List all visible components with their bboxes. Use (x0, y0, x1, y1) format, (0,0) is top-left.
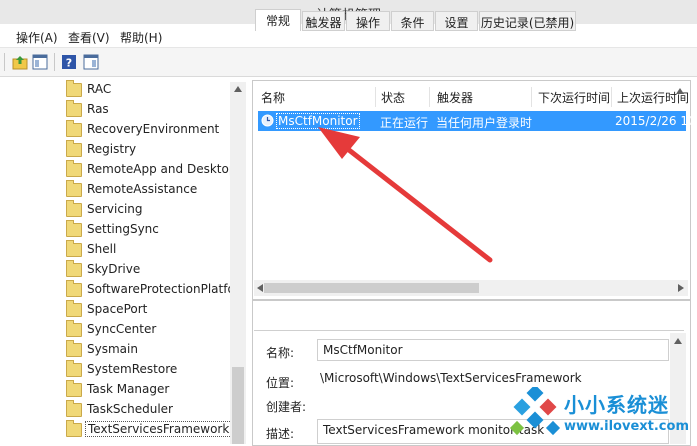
column-header-name[interactable]: 名称 (261, 89, 285, 106)
scroll-up-arrow-icon[interactable] (674, 338, 682, 344)
folder-icon (66, 180, 82, 197)
toolbar: ? (0, 47, 697, 77)
column-separator (611, 87, 612, 107)
folder-icon (66, 280, 82, 297)
toolbar-separator (54, 53, 55, 71)
column-separator (375, 87, 376, 107)
svg-text:?: ? (66, 57, 72, 70)
tab-actions[interactable]: 操作 (346, 11, 390, 31)
tab-general[interactable]: 常规 (255, 9, 301, 31)
folder-icon (66, 200, 82, 217)
scroll-thumb[interactable] (232, 367, 244, 444)
task-list-hscrollbar[interactable] (254, 280, 688, 296)
tree-scrollbar[interactable] (230, 82, 246, 444)
scroll-thumb[interactable] (264, 283, 479, 293)
task-library-tree: RAC Ras RecoveryEnvironment Registry Rem… (0, 78, 246, 444)
folder-icon (66, 120, 82, 137)
toolbar-separator (4, 53, 5, 71)
show-hide-action-pane-icon[interactable] (83, 54, 99, 70)
folder-icon (66, 160, 82, 177)
folder-icon (66, 260, 82, 277)
task-last-run-cell: 2015/2/26 10 (615, 114, 696, 128)
watermark-url: www.ilovext.com (564, 419, 689, 434)
name-field[interactable]: MsCtfMonitor (317, 339, 669, 361)
folder-icon (66, 140, 82, 157)
location-label: 位置: (266, 376, 295, 390)
folder-icon (66, 320, 82, 337)
folder-icon (66, 400, 82, 417)
folder-icon (66, 420, 82, 437)
show-hide-tree-icon[interactable] (32, 54, 48, 70)
scroll-up-arrow-icon[interactable] (234, 86, 242, 92)
task-clock-icon (261, 114, 274, 127)
column-header-next-run[interactable]: 下次运行时间 (538, 89, 610, 106)
scroll-right-arrow-icon[interactable] (678, 284, 684, 292)
column-separator (429, 87, 430, 107)
watermark: 小小系统迷 www.ilovext.com (500, 381, 697, 444)
scroll-left-arrow-icon[interactable] (257, 284, 263, 292)
menu-action[interactable]: 操作(A) (16, 29, 58, 46)
name-label: 名称: (266, 346, 295, 360)
tab-strip-line (254, 330, 684, 331)
menu-view[interactable]: 查看(V) (68, 29, 110, 46)
folder-up-icon[interactable] (12, 54, 28, 70)
description-label: 描述: (266, 427, 295, 441)
tab-conditions[interactable]: 条件 (391, 11, 434, 31)
folder-icon (66, 80, 82, 97)
folder-icon (66, 360, 82, 377)
help-icon[interactable]: ? (61, 54, 77, 70)
folder-icon (66, 220, 82, 237)
tab-triggers[interactable]: 触发器 (302, 11, 345, 31)
menu-help[interactable]: 帮助(H) (120, 29, 162, 46)
folder-icon (66, 380, 82, 397)
tab-settings[interactable]: 设置 (435, 11, 478, 31)
scroll-up-arrow-icon[interactable] (676, 88, 684, 94)
annotation-arrow (318, 127, 493, 263)
author-label: 创建者: (266, 400, 307, 414)
folder-icon (66, 340, 82, 357)
column-header-trigger[interactable]: 触发器 (437, 89, 473, 106)
folder-icon (66, 240, 82, 257)
watermark-title: 小小系统迷 (564, 393, 669, 417)
tab-history[interactable]: 历史记录(已禁用) (479, 11, 576, 31)
folder-icon (66, 300, 82, 317)
folder-icon (66, 100, 82, 117)
watermark-logo-icon (509, 387, 561, 436)
column-header-status[interactable]: 状态 (381, 89, 405, 106)
column-separator (531, 87, 532, 107)
